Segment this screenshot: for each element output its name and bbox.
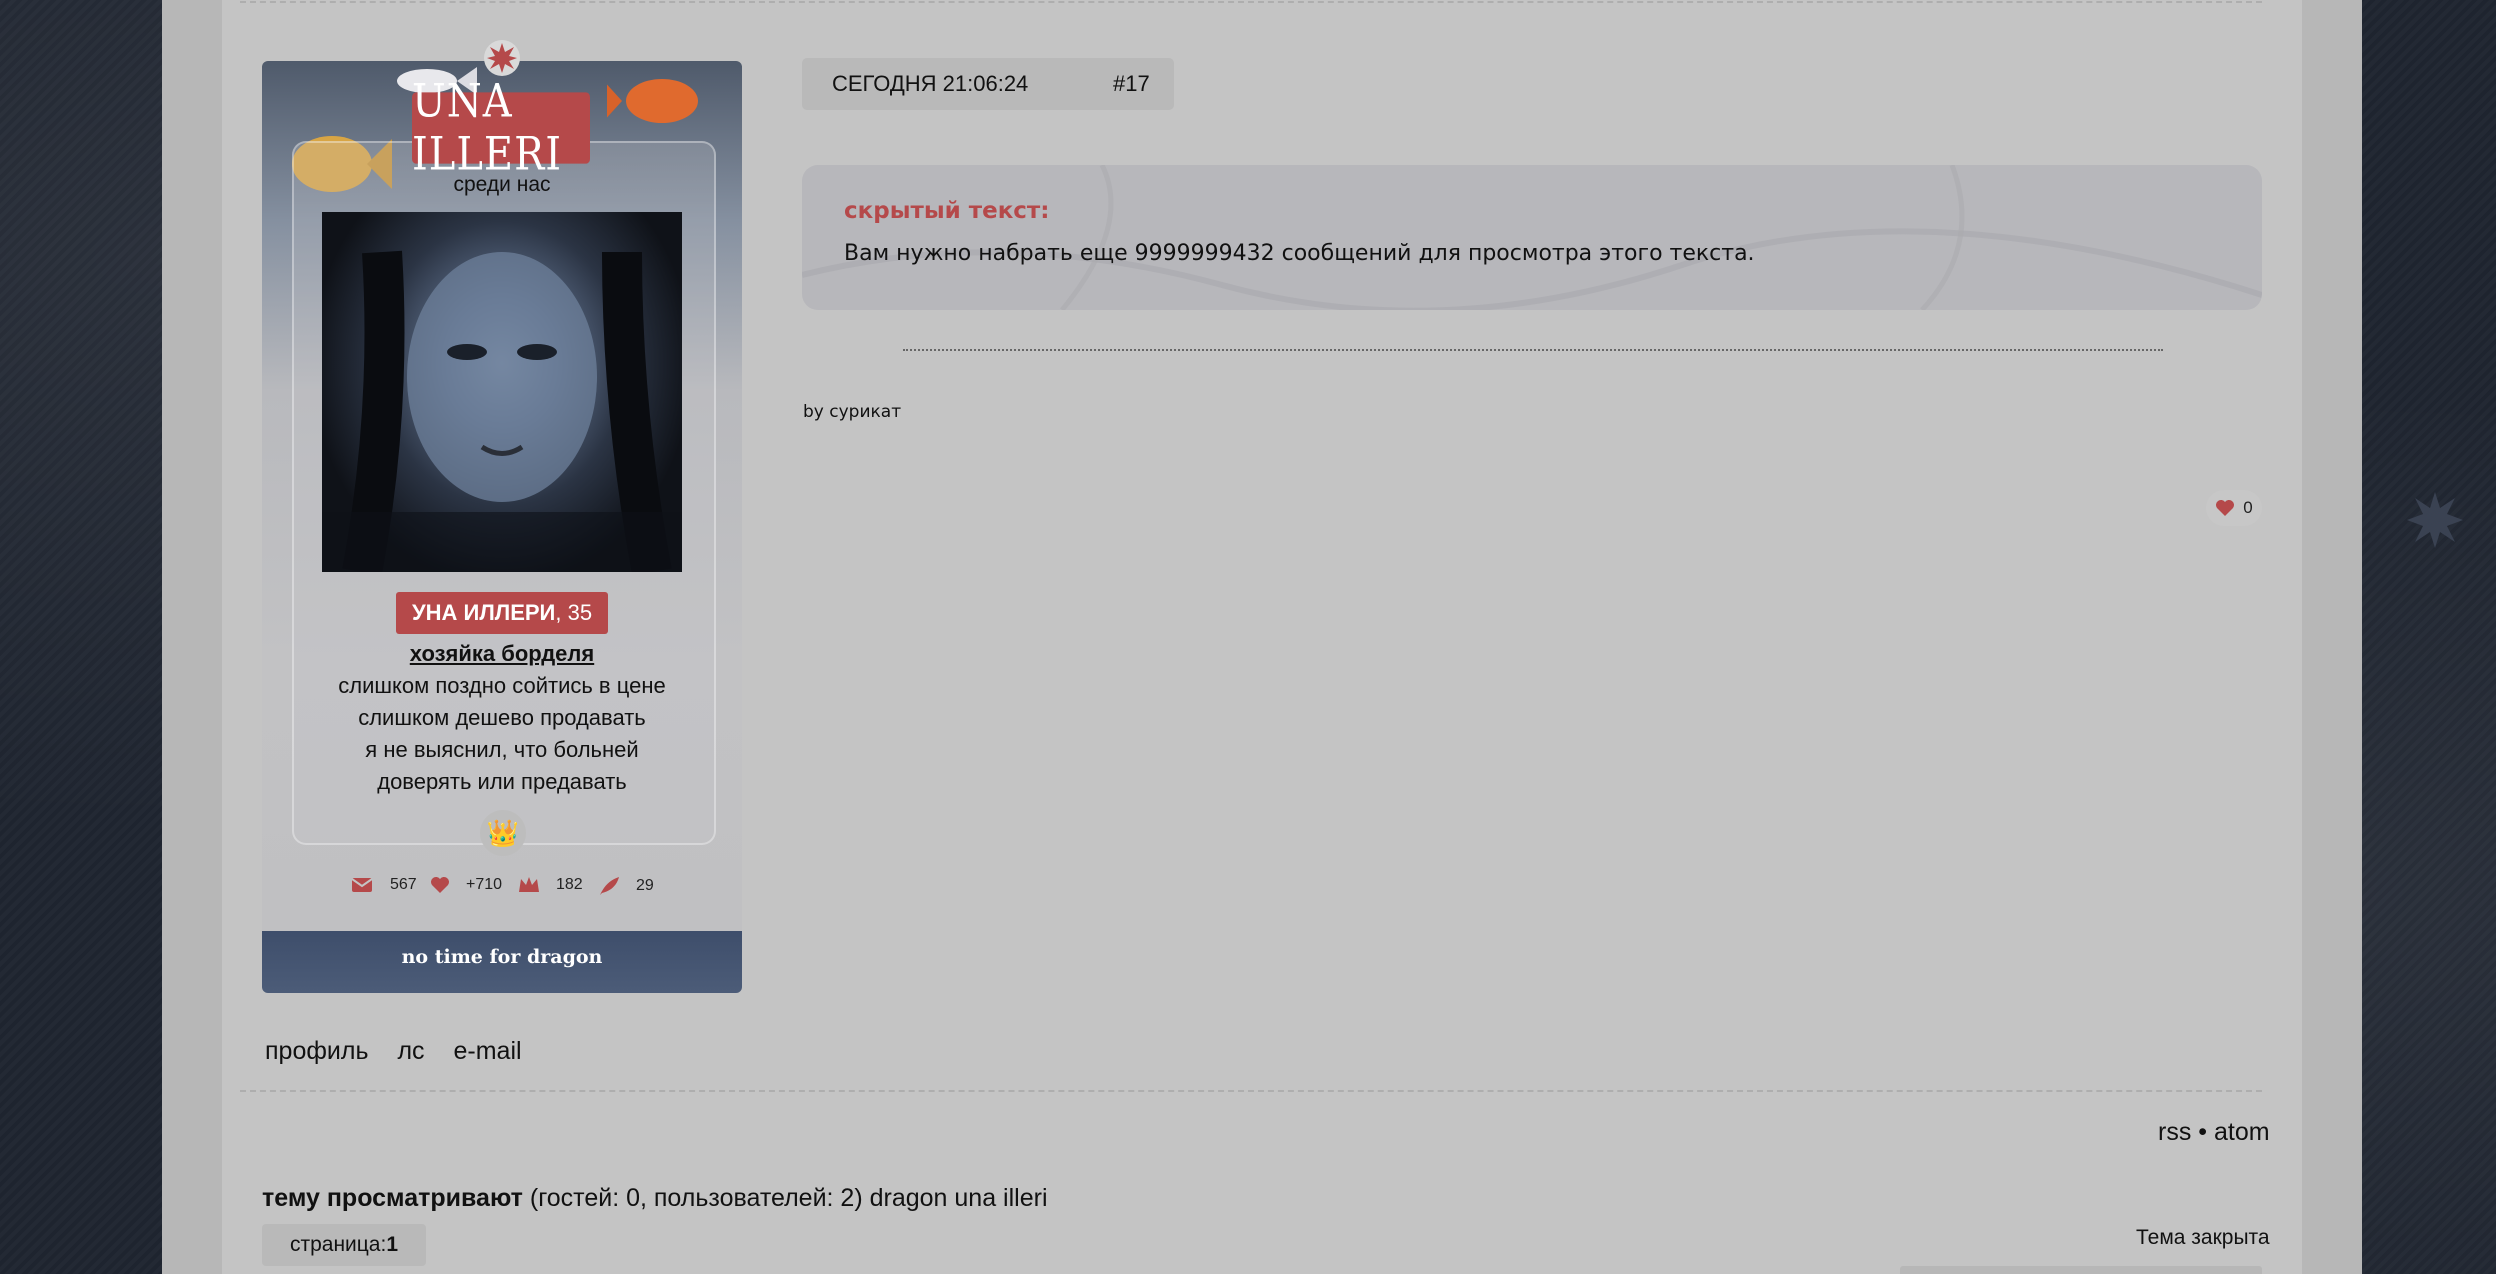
profile-stats: 567 +710 182 29 [262,876,742,906]
stat-respect-value: +710 [466,876,503,893]
branch-texture [802,165,2262,310]
envelope-icon [352,878,372,892]
heart-icon [2216,500,2235,516]
stat-positive: 182 [518,876,583,894]
page-number[interactable]: 1 [386,1233,398,1257]
viewers-label: тему просматривают [262,1184,523,1212]
private-message-link[interactable]: лс [397,1037,424,1065]
stat-respect: +710 [430,876,502,894]
feather-icon [600,877,619,895]
post-author-links: профиль лс e-mail [265,1037,544,1066]
star-icon [484,40,520,76]
post-signature: by сурикат [803,402,902,422]
top-divider [240,1,2262,3]
email-link[interactable]: e-mail [454,1037,522,1065]
signature-divider [903,349,2163,351]
like-count: 0 [2243,498,2253,517]
feed-links[interactable]: rss • atom [2158,1118,2270,1147]
hidden-text-title: скрытый текст: [844,198,1050,224]
character-age: , 35 [555,600,593,625]
stat-positive-value: 182 [556,876,583,893]
heart-icon [431,877,449,893]
fish-decoration [607,79,698,123]
card-footer-link[interactable]: no time for dragon [262,921,742,993]
lyric-line: доверять или предавать [377,769,627,794]
avatar[interactable] [322,212,682,572]
hidden-text-message: Вам нужно набрать еще 9999999432 сообщен… [844,241,1755,266]
viewers-info: (гостей: 0, пользователей: 2) dragon una… [522,1184,1048,1212]
bottom-bar [1900,1266,2262,1274]
profile-card: UNA ILLERI среди нас УНА ИЛЛЕРИ, 35 хозя… [262,61,742,993]
character-name: УНА ИЛЛЕРИ [411,600,556,625]
stat-messages: 567 [352,876,417,894]
stat-messages-value: 567 [390,876,417,893]
star-decoration-icon [2407,492,2463,548]
stat-posts: 29 [598,876,654,896]
hidden-text-block: скрытый текст: Вам нужно набрать еще 999… [802,165,2262,310]
post-number-link[interactable]: #17 [1113,71,1150,97]
character-role-link[interactable]: хозяйка борделя [262,641,742,667]
topic-viewers: тему просматривают (гостей: 0, пользоват… [262,1184,1048,1213]
lyric-line: я не выяснил, что больней [365,737,639,762]
character-name-badge: УНА ИЛЛЕРИ, 35 [396,592,608,634]
topic-closed-status: Тема закрыта [2136,1226,2270,1249]
crown-icon [519,877,539,892]
section-divider [240,1090,2262,1092]
lyric-line: слишком поздно сойтись в цене [338,673,666,698]
post-date: СЕГОДНЯ 21:06:24 [832,71,1029,96]
page-label: страница: [289,1233,387,1256]
post-meta: СЕГОДНЯ 21:06:24 #17 [802,58,1174,110]
profile-link[interactable]: профиль [265,1037,369,1065]
online-status: среди нас [453,173,551,196]
stat-posts-value: 29 [636,877,654,894]
like-button[interactable]: 0 [2206,490,2262,526]
pagination: страница: 1 [262,1224,426,1266]
crown-award-icon[interactable]: 👑 [480,810,526,856]
lyric-line: слишком дешево продавать [358,705,646,730]
portrait-image [322,250,682,572]
nickname-plate: UNA ILLERI [412,75,590,181]
